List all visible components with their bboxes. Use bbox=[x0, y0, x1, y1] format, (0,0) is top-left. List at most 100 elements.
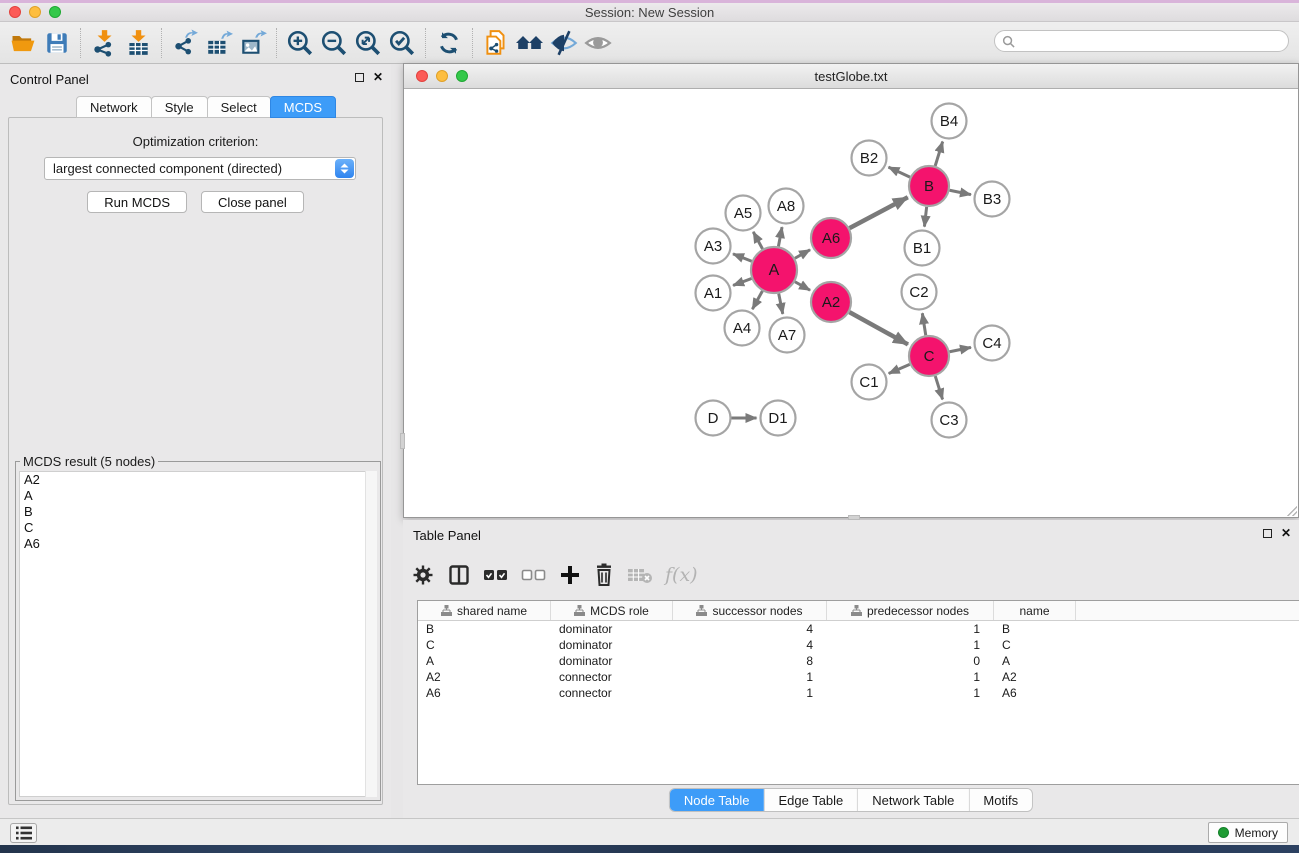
mcds-result-item[interactable]: A bbox=[20, 488, 376, 504]
create-column-icon[interactable] bbox=[559, 560, 581, 590]
node-A7[interactable]: A7 bbox=[770, 318, 805, 353]
node-A2[interactable]: A2 bbox=[811, 282, 851, 322]
table-cell[interactable]: A bbox=[994, 654, 1076, 668]
table-cell[interactable]: 4 bbox=[673, 622, 827, 636]
tab-network-table[interactable]: Network Table bbox=[857, 789, 968, 811]
delete-column-icon[interactable] bbox=[593, 560, 615, 590]
node-C[interactable]: C bbox=[909, 336, 949, 376]
export-image-icon[interactable] bbox=[236, 26, 270, 60]
edge-A-A1[interactable] bbox=[733, 278, 751, 285]
houses-icon[interactable] bbox=[513, 26, 547, 60]
node-D1[interactable]: D1 bbox=[761, 401, 796, 436]
edge-A-A3[interactable] bbox=[733, 254, 752, 261]
zoom-fit-icon[interactable] bbox=[351, 26, 385, 60]
save-icon[interactable] bbox=[40, 26, 74, 60]
edge-A-A8[interactable] bbox=[778, 227, 782, 246]
node-A[interactable]: A bbox=[751, 247, 797, 293]
node-A5[interactable]: A5 bbox=[726, 196, 761, 231]
criterion-select[interactable]: largest connected component (directed) bbox=[44, 157, 356, 180]
result-scrollbar[interactable] bbox=[365, 471, 377, 797]
select-all-columns-icon[interactable] bbox=[483, 560, 509, 590]
table-cell[interactable]: dominator bbox=[551, 622, 673, 636]
edge-A-A4[interactable] bbox=[752, 291, 762, 309]
node-A3[interactable]: A3 bbox=[696, 229, 731, 264]
network-window-titlebar[interactable]: testGlobe.txt bbox=[404, 64, 1298, 89]
node-C1[interactable]: C1 bbox=[852, 365, 887, 400]
node-B2[interactable]: B2 bbox=[852, 141, 887, 176]
table-cell[interactable]: 8 bbox=[673, 654, 827, 668]
clone-network-icon[interactable] bbox=[479, 26, 513, 60]
table-cell[interactable]: A bbox=[418, 654, 551, 668]
tab-motifs[interactable]: Motifs bbox=[968, 789, 1032, 811]
eye-slash-icon[interactable] bbox=[547, 26, 581, 60]
memory-button[interactable]: Memory bbox=[1208, 822, 1288, 843]
search-input[interactable] bbox=[1020, 34, 1288, 48]
zoom-in-icon[interactable] bbox=[283, 26, 317, 60]
tab-mcds[interactable]: MCDS bbox=[270, 96, 336, 118]
tab-select[interactable]: Select bbox=[207, 96, 271, 118]
table-cell[interactable]: 4 bbox=[673, 638, 827, 652]
show-columns-icon[interactable] bbox=[447, 560, 471, 590]
node-B1[interactable]: B1 bbox=[905, 231, 940, 266]
table-row[interactable]: A6connector11A6 bbox=[418, 685, 1299, 701]
edge-A-A6[interactable] bbox=[795, 250, 810, 259]
table-cell[interactable]: dominator bbox=[551, 638, 673, 652]
mcds-result-item[interactable]: A6 bbox=[20, 536, 376, 552]
tab-edge-table[interactable]: Edge Table bbox=[763, 789, 857, 811]
edge-B-B1[interactable] bbox=[924, 207, 926, 227]
tab-node-table[interactable]: Node Table bbox=[670, 789, 764, 811]
table-cell[interactable]: connector bbox=[551, 686, 673, 700]
node-A6[interactable]: A6 bbox=[811, 218, 851, 258]
export-network-icon[interactable] bbox=[168, 26, 202, 60]
table-cell[interactable]: A6 bbox=[418, 686, 551, 700]
edge-A-A5[interactable] bbox=[753, 232, 762, 249]
column-header-successor-nodes[interactable]: successor nodes bbox=[673, 601, 827, 620]
function-builder-icon[interactable]: f(x) bbox=[665, 560, 698, 590]
table-row[interactable]: Cdominator41C bbox=[418, 637, 1299, 653]
column-header-MCDS-role[interactable]: MCDS role bbox=[551, 601, 673, 620]
zoom-out-icon[interactable] bbox=[317, 26, 351, 60]
edge-C-C3[interactable] bbox=[935, 376, 942, 399]
node-D[interactable]: D bbox=[696, 401, 731, 436]
node-C3[interactable]: C3 bbox=[932, 403, 967, 438]
table-row[interactable]: A2connector11A2 bbox=[418, 669, 1299, 685]
table-settings-gear-icon[interactable] bbox=[411, 560, 435, 590]
tab-network[interactable]: Network bbox=[76, 96, 152, 118]
network-vertical-scrollbar[interactable] bbox=[400, 433, 405, 449]
table-cell[interactable]: 1 bbox=[673, 686, 827, 700]
search-field[interactable] bbox=[994, 30, 1289, 52]
node-A8[interactable]: A8 bbox=[769, 189, 804, 224]
mcds-result-item[interactable]: C bbox=[20, 520, 376, 536]
edge-B-B2[interactable] bbox=[888, 167, 909, 177]
float-table-panel-icon[interactable] bbox=[1263, 529, 1272, 538]
delete-table-icon[interactable] bbox=[627, 560, 653, 590]
tab-style[interactable]: Style bbox=[151, 96, 208, 118]
column-header-shared-name[interactable]: shared name bbox=[418, 601, 551, 620]
node-C2[interactable]: C2 bbox=[902, 275, 937, 310]
table-cell[interactable]: 1 bbox=[827, 638, 994, 652]
table-cell[interactable]: 1 bbox=[827, 622, 994, 636]
edge-C-C4[interactable] bbox=[950, 347, 971, 351]
mcds-result-list[interactable]: A2ABCA6 bbox=[19, 471, 377, 797]
table-cell[interactable]: C bbox=[418, 638, 551, 652]
node-A1[interactable]: A1 bbox=[696, 276, 731, 311]
node-B4[interactable]: B4 bbox=[932, 104, 967, 139]
edge-B-B4[interactable] bbox=[935, 142, 943, 166]
run-mcds-button[interactable]: Run MCDS bbox=[87, 191, 187, 213]
edge-A2-C[interactable] bbox=[849, 312, 908, 344]
table-cell[interactable]: A6 bbox=[994, 686, 1076, 700]
eye-icon[interactable] bbox=[581, 26, 615, 60]
table-cell[interactable]: 1 bbox=[673, 670, 827, 684]
mcds-result-item[interactable]: B bbox=[20, 504, 376, 520]
network-resize-grip[interactable] bbox=[1285, 504, 1297, 516]
table-cell[interactable]: A2 bbox=[418, 670, 551, 684]
edge-B-B3[interactable] bbox=[950, 190, 971, 194]
edge-C-C1[interactable] bbox=[889, 364, 910, 373]
import-network-icon[interactable] bbox=[87, 26, 121, 60]
edge-A6-B[interactable] bbox=[850, 197, 908, 228]
table-cell[interactable]: C bbox=[994, 638, 1076, 652]
float-panel-icon[interactable] bbox=[355, 73, 364, 82]
export-table-icon[interactable] bbox=[202, 26, 236, 60]
zoom-selected-icon[interactable] bbox=[385, 26, 419, 60]
close-table-panel-icon[interactable]: ✕ bbox=[1281, 528, 1291, 538]
